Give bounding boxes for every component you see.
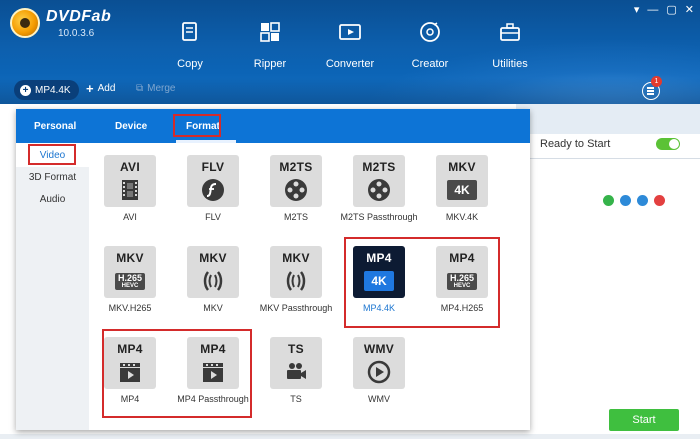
format-label: WMV [368,394,390,404]
matroska-icon [187,267,239,295]
flash-icon [187,176,239,204]
nav-copy-label: Copy [177,58,203,70]
format-tile-m2ts[interactable]: M2TS [270,155,322,207]
close-icon[interactable]: ✕ [685,4,694,16]
app-header: DVDFab 10.0.3.6 ▾ — ▢ ✕ Copy Ripper Conv… [0,0,700,104]
tile-format-text: MKV [282,251,310,265]
task-header-strip [516,104,700,134]
ripper-icon [258,20,282,44]
film-reel-icon [270,176,322,204]
sidebar-item-3d-format[interactable]: 3D Format [16,172,89,183]
profile-popup: Personal Device Format Video 3D Format A… [16,109,530,430]
edit-icon[interactable] [637,195,648,206]
tile-format-text: WMV [363,342,395,356]
format-tile-mkv-4k[interactable]: MKV 4K [436,155,488,207]
video-camera-icon [270,358,322,386]
profile-plus-icon: + [20,84,31,96]
nav-ripper-label: Ripper [253,58,287,70]
profile-selector-button[interactable]: + MP4.4K [14,80,79,100]
play-circle-icon [353,358,405,386]
nav-converter-label: Converter [325,58,375,70]
format-tab-highlight [173,114,221,137]
format-tile-mkv[interactable]: MKV [187,246,239,298]
popup-tab-bar [16,109,530,143]
tile-format-text: M2TS [279,160,313,174]
tile-format-text: MKV [199,251,227,265]
utilities-icon [498,20,522,44]
format-tile-ts[interactable]: TS [270,337,322,389]
h265-badge: H.265 HEVC [115,272,145,290]
play-icon[interactable] [603,195,614,206]
nav-copy[interactable]: Copy [150,20,230,70]
hevc-text: HEVC [121,282,139,289]
sidebar-item-audio[interactable]: Audio [16,194,89,205]
merge-icon: ⧉ [136,83,144,94]
task-count-badge: 1 [651,76,662,87]
start-button[interactable]: Start [609,409,679,431]
tab-device[interactable]: Device [115,121,147,132]
tile-format-text: AVI [119,160,140,174]
bottom-bar [0,434,700,439]
format-tile-m2ts-passthrough[interactable]: M2TS [353,155,405,207]
nav-creator[interactable]: Creator [390,20,470,70]
nav-utilities[interactable]: Utilities [470,20,550,70]
profile-label: MP4.4K [35,84,71,96]
nav-creator-label: Creator [411,58,449,70]
film-strip-icon [104,176,156,204]
merge-button[interactable]: ⧉ Merge [136,83,176,94]
add-label: Add [97,83,116,94]
format-tile-avi[interactable]: AVI [104,155,156,207]
divider [516,158,700,159]
active-tab-indicator [176,140,236,143]
tab-personal[interactable]: Personal [34,121,76,132]
nav-converter[interactable]: Converter [310,20,390,70]
ready-to-start-label: Ready to Start [540,138,611,150]
tile-format-text: FLV [201,160,225,174]
window-controls: ▾ — ▢ ✕ [634,4,694,16]
add-plus-icon: + [86,80,94,96]
add-button[interactable]: + Add [86,80,116,96]
item-actions [603,195,665,206]
video-item-highlight [28,144,76,165]
menu-dropdown-icon[interactable]: ▾ [634,4,640,16]
ready-to-start-toggle[interactable] [656,138,680,150]
matroska-icon [270,267,322,295]
remove-icon[interactable] [654,195,665,206]
share-icon[interactable] [620,195,631,206]
minimize-icon[interactable]: — [647,4,658,16]
h265-text: H.265 [117,272,143,283]
4k-badge-icon: 4K [436,176,488,204]
nav-utilities-label: Utilities [492,58,528,70]
merge-label: Merge [147,83,176,94]
nav-ripper[interactable]: Ripper [230,20,310,70]
tile-format-text: M2TS [362,160,396,174]
mp4-4k-group-highlight [344,237,500,328]
converter-icon [338,20,362,44]
format-tile-mkv-passthrough[interactable]: MKV [270,246,322,298]
mp4-group-highlight [102,329,252,418]
category-sidebar [16,143,89,430]
format-tile-wmv[interactable]: WMV [353,337,405,389]
format-tile-flv[interactable]: FLV [187,155,239,207]
tile-format-text: MKV [448,160,476,174]
copy-icon [178,20,202,44]
format-tile-mkv-h265[interactable]: MKV H.265 HEVC [104,246,156,298]
4k-badge: 4K [447,180,477,200]
format-label: MKV.4K [445,212,479,222]
maximize-icon[interactable]: ▢ [666,4,676,16]
tile-format-text: TS [288,342,304,356]
h265-badge-icon: H.265 HEVC [104,267,156,295]
brand-name: DVDFab [46,8,112,25]
film-reel-icon [353,176,405,204]
creator-icon [418,20,442,44]
toolbar: + MP4.4K + Add ⧉ Merge 1 [0,76,700,104]
module-nav: Copy Ripper Converter Creator Utilities [150,20,550,70]
app-version: 10.0.3.6 [58,28,95,39]
tile-format-text: MKV [116,251,144,265]
dvdfab-logo-icon [10,8,40,38]
